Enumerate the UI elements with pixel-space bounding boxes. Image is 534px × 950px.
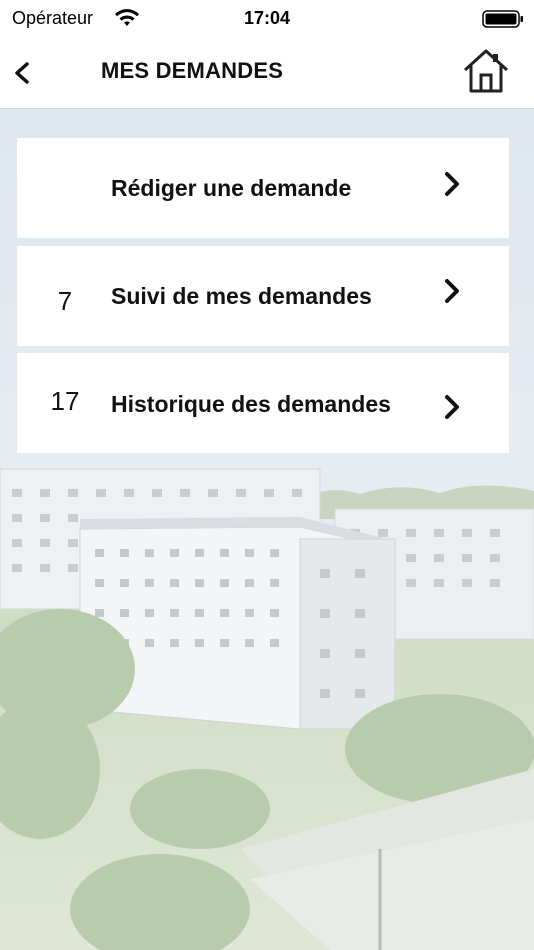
- menu-item-history[interactable]: 17 Historique des demandes: [17, 353, 509, 453]
- back-button[interactable]: [8, 58, 38, 88]
- menu-item-label: Suivi de mes demandes: [111, 283, 372, 309]
- menu-item-label: Rédiger une demande: [111, 175, 352, 201]
- page-title: MES DEMANDES: [101, 58, 284, 83]
- chevron-right-icon: [445, 395, 459, 419]
- home-button[interactable]: [462, 48, 510, 94]
- chevron-right-icon: [445, 279, 459, 303]
- status-time: 17:04: [243, 8, 291, 28]
- chevron-right-icon: [445, 172, 459, 196]
- navigation-bar: MES DEMANDES: [0, 36, 534, 109]
- request-count: 17: [50, 386, 80, 416]
- menu-item-new-request[interactable]: Rédiger une demande: [17, 138, 509, 238]
- menu-item-label: Historique des demandes: [111, 391, 391, 417]
- battery-icon: [482, 10, 523, 28]
- status-bar: Opérateur 17:04: [0, 0, 534, 36]
- home-icon: [463, 49, 509, 93]
- menu-item-follow-requests[interactable]: 7 Suivi de mes demandes: [17, 246, 509, 346]
- request-count: 7: [57, 286, 73, 316]
